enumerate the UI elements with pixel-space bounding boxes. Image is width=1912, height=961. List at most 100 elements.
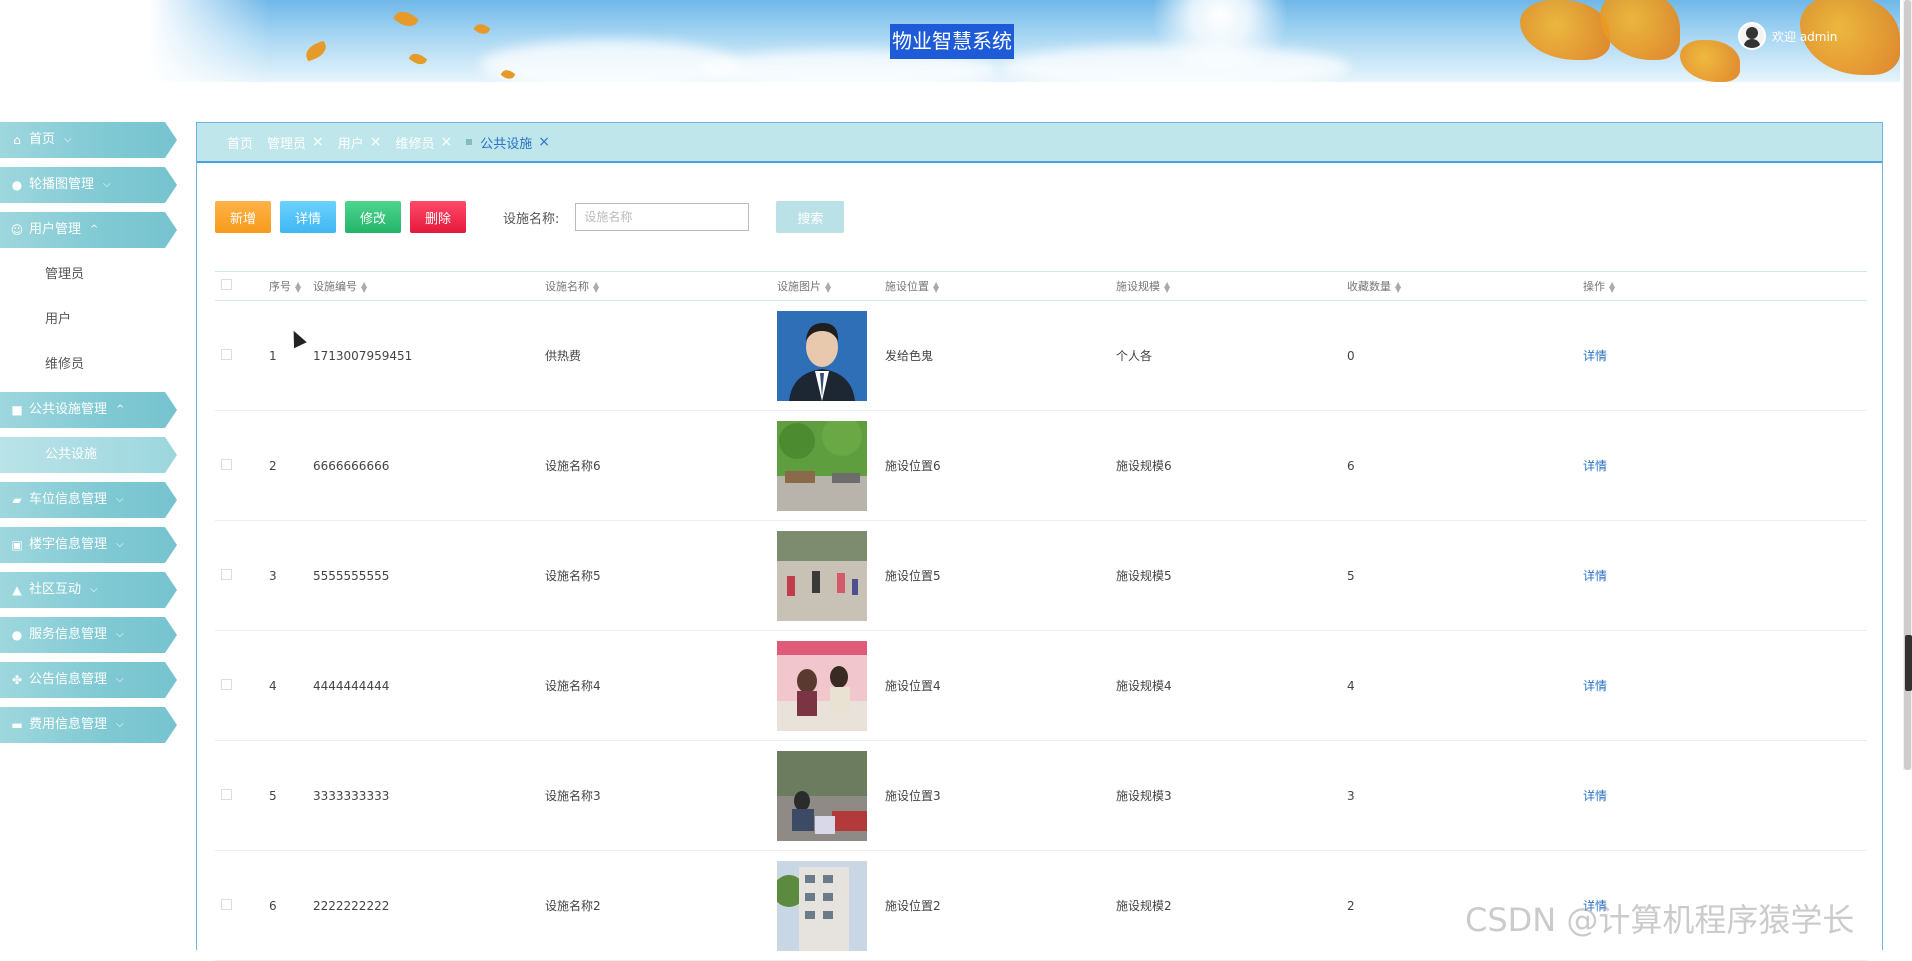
chevron-up-icon: ^: [116, 404, 125, 415]
facility-code: 4444444444: [313, 678, 390, 693]
row-checkbox[interactable]: [221, 898, 232, 910]
tab-user[interactable]: 用户 ×: [338, 133, 382, 152]
search-button[interactable]: 搜索: [776, 201, 845, 233]
detail-link[interactable]: 详情: [1583, 459, 1607, 473]
row-checkbox[interactable]: [221, 678, 232, 690]
sort-icon[interactable]: ▲ ▼: [1609, 281, 1615, 294]
table-row[interactable]: 1 1713007959451 供热费 发给色鬼 个人各 0 详情: [215, 301, 1867, 411]
sidebar-item-carousel[interactable]: ● 轮播图管理 ⌵: [0, 167, 177, 203]
sidebar-item-users[interactable]: ☺ 用户管理 ^: [0, 212, 177, 248]
row-checkbox[interactable]: [221, 568, 232, 580]
facility-name: 供热费: [545, 349, 582, 363]
leaf-decoration: [408, 50, 428, 68]
detail-link[interactable]: 详情: [1583, 789, 1607, 803]
edit-button[interactable]: 修改: [345, 201, 401, 233]
sidebar-item-notices[interactable]: ✤ 公告信息管理 ⌵: [0, 662, 177, 698]
facilities-table: 序号 ▲ ▼ 设施编号 ▲ ▼ 设施名称 ▲ ▼ 设施图片 ▲ ▼ 施设位置 ▲ ▼ 施设规模 ▲ ▼ …: [215, 271, 1867, 961]
leaf-decoration: [392, 6, 420, 32]
facility-name: 设施名称6: [545, 459, 601, 473]
tab-home[interactable]: 首页: [227, 133, 253, 152]
maple-decoration: [1600, 0, 1680, 60]
header-banner: 物业智慧系统 欢迎 admin: [0, 0, 1900, 82]
facility-code: 6666666666: [313, 458, 390, 473]
table-row[interactable]: 5 3333333333 设施名称3 施设位置3 施设规模3 3 详情: [215, 741, 1867, 851]
row-checkbox[interactable]: [221, 788, 232, 800]
table-row[interactable]: 4 4444444444 设施名称4 施设位置4 施设规模4 4 详情: [215, 631, 1867, 741]
column-header[interactable]: 操作 ▲ ▼: [1579, 278, 1779, 294]
site-title: 物业智慧系统: [890, 24, 1014, 59]
tab-repairman[interactable]: 维修员 ×: [396, 133, 453, 152]
column-header[interactable]: 序号 ▲ ▼: [251, 278, 313, 294]
sidebar-subitem-repairman[interactable]: 维修员: [0, 347, 180, 383]
home-icon: ⌂: [13, 133, 21, 147]
floor-icon: ▣: [11, 538, 23, 552]
close-icon[interactable]: ×: [370, 134, 382, 150]
delete-button[interactable]: 删除: [410, 201, 466, 233]
sidebar-item-home[interactable]: ⌂ 首页 ⌵: [0, 122, 177, 158]
sidebar-item-community[interactable]: ▲ 社区互动 ⌵: [0, 572, 177, 608]
search-input[interactable]: [575, 203, 750, 231]
sidebar-subitem-admin[interactable]: 管理员: [0, 257, 180, 293]
detail-link[interactable]: 详情: [1583, 349, 1607, 363]
facility-code: 5555555555: [313, 568, 390, 583]
row-checkbox[interactable]: [221, 348, 232, 360]
sort-icon[interactable]: ▲ ▼: [593, 281, 599, 294]
column-header[interactable]: 施设规模 ▲ ▼: [1116, 278, 1347, 294]
tab-admin[interactable]: 管理员 ×: [267, 133, 324, 152]
sidebar-item-buildings[interactable]: ▣ 楼宇信息管理 ⌵: [0, 527, 177, 563]
sidebar-item-label: 轮播图管理: [29, 177, 95, 192]
sidebar-subitem-public-facilities[interactable]: 公共设施: [0, 437, 177, 473]
user-icon: ☺: [10, 223, 24, 237]
sort-icon[interactable]: ▲ ▼: [1164, 281, 1170, 294]
column-header[interactable]: 设施图片 ▲ ▼: [777, 278, 885, 294]
sort-icon[interactable]: ▲ ▼: [1395, 281, 1401, 294]
sidebar-item-fees[interactable]: ▬ 费用信息管理 ⌵: [0, 707, 177, 743]
facility-code: 3333333333: [313, 788, 390, 803]
row-checkbox[interactable]: [221, 458, 232, 470]
search-label: 设施名称:: [503, 211, 560, 227]
row-index: 1: [269, 348, 277, 363]
facility-name: 设施名称2: [545, 899, 601, 913]
tab-label: 用户: [337, 136, 364, 152]
cloud: [480, 40, 740, 82]
close-icon[interactable]: ×: [538, 134, 550, 150]
row-index: 5: [269, 788, 277, 803]
notice-icon: ✤: [11, 673, 23, 687]
facility-name: 设施名称4: [545, 679, 601, 693]
maple-decoration: [1520, 0, 1610, 60]
detail-link[interactable]: 详情: [1583, 569, 1607, 583]
tab-public-facilities[interactable]: 公共设施 ×: [466, 133, 550, 152]
table-row[interactable]: 2 6666666666 设施名称6 施设位置6 施设规模6 6 详情: [215, 411, 1867, 521]
column-header[interactable]: 设施编号 ▲ ▼: [313, 278, 545, 294]
sort-icon[interactable]: ▲ ▼: [295, 281, 301, 294]
table-row[interactable]: 3 5555555555 设施名称5 施设位置5 施设规模5 5 详情: [215, 521, 1867, 631]
select-all-checkbox[interactable]: [221, 279, 232, 290]
select-all-cell: [215, 279, 251, 293]
column-header[interactable]: 设施名称 ▲ ▼: [545, 278, 777, 294]
sort-icon[interactable]: ▲ ▼: [933, 281, 939, 294]
facility-scale: 施设规模5: [1116, 569, 1172, 583]
detail-button[interactable]: 详情: [280, 201, 336, 233]
sidebar-item-facilities[interactable]: ■ 公共设施管理 ^: [0, 392, 177, 428]
sidebar-subitem-user[interactable]: 用户: [0, 302, 180, 338]
avatar[interactable]: [1738, 22, 1766, 50]
sidebar-item-label: 公告信息管理: [29, 672, 108, 687]
add-button[interactable]: 新增: [215, 201, 271, 233]
chevron-down-icon: ⌵: [116, 494, 124, 505]
scroll-handle-icon[interactable]: [1905, 635, 1912, 691]
detail-link[interactable]: 详情: [1583, 679, 1607, 693]
column-header[interactable]: 施设位置 ▲ ▼: [885, 278, 1116, 294]
sort-icon[interactable]: ▲ ▼: [825, 281, 831, 294]
fee-icon: ▬: [11, 718, 23, 732]
user-menu[interactable]: 欢迎 admin: [1738, 22, 1837, 50]
sidebar-item-parking[interactable]: ▰ 车位信息管理 ⌵: [0, 482, 177, 518]
column-header[interactable]: 收藏数量 ▲ ▼: [1347, 278, 1579, 294]
facility-code: 2222222222: [313, 898, 390, 913]
table-header: 序号 ▲ ▼ 设施编号 ▲ ▼ 设施名称 ▲ ▼ 设施图片 ▲ ▼ 施设位置 ▲ ▼ 施设规模 ▲ ▼ …: [215, 271, 1867, 301]
leaf-decoration: [473, 20, 491, 38]
close-icon[interactable]: ×: [312, 134, 324, 150]
close-icon[interactable]: ×: [441, 134, 453, 150]
facility-scale: 施设规模6: [1116, 459, 1172, 473]
sidebar-item-services[interactable]: ● 服务信息管理 ⌵: [0, 617, 177, 653]
sort-icon[interactable]: ▲ ▼: [361, 281, 367, 294]
